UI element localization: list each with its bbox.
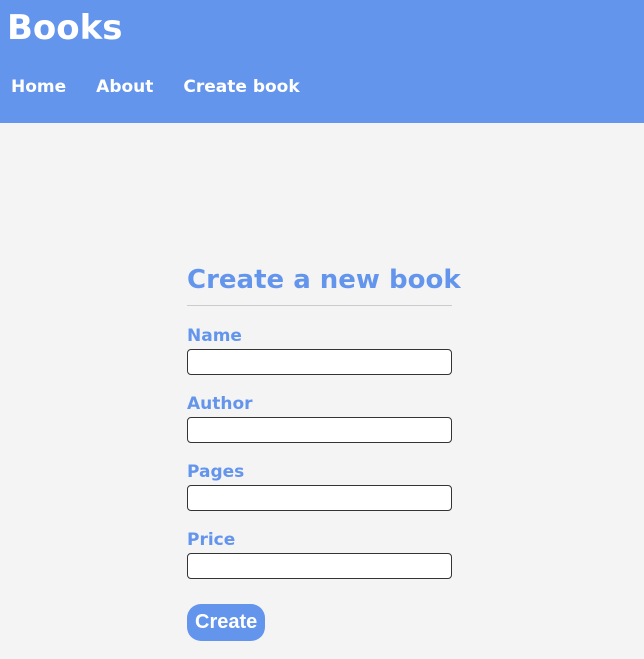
pages-field-group: Pages (187, 461, 452, 511)
price-field-group: Price (187, 529, 452, 579)
author-input[interactable] (187, 417, 452, 443)
form-title: Create a new book (187, 262, 461, 306)
site-header: Books Home About Create book (0, 0, 644, 123)
price-input[interactable] (187, 553, 452, 579)
nav-link-home[interactable]: Home (11, 75, 66, 99)
name-label: Name (187, 326, 242, 346)
site-title: Books (7, 8, 123, 48)
pages-input[interactable] (187, 485, 452, 511)
pages-label: Pages (187, 462, 245, 482)
create-book-form: Create a new book Name Author Pages Pric… (187, 262, 461, 641)
author-field-group: Author (187, 393, 452, 443)
nav-link-create-book[interactable]: Create book (183, 75, 299, 99)
author-label: Author (187, 394, 253, 414)
main-nav: Home About Create book (11, 75, 300, 99)
name-field-group: Name (187, 325, 452, 375)
name-input[interactable] (187, 349, 452, 375)
nav-link-about[interactable]: About (96, 75, 153, 99)
price-label: Price (187, 530, 236, 550)
create-button[interactable]: Create (187, 604, 266, 641)
